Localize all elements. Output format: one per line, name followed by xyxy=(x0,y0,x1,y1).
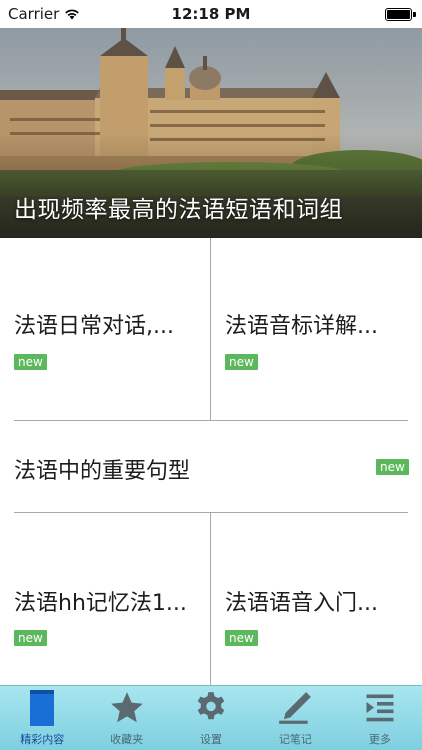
tab-label: 更多 xyxy=(368,733,391,746)
new-badge: new xyxy=(225,630,258,646)
card-title: 法语语音入门... xyxy=(225,591,378,616)
new-badge: new xyxy=(14,354,47,370)
star-icon xyxy=(107,688,147,728)
clock: 12:18 PM xyxy=(171,5,251,23)
new-badge: new xyxy=(225,354,258,370)
tab-label: 设置 xyxy=(200,733,223,746)
content-card-1[interactable]: 法语日常对话,... new xyxy=(0,238,210,420)
tab-label: 精彩内容 xyxy=(20,733,65,746)
tab-bar: 精彩内容 收藏夹 设置 记笔记 更多 xyxy=(0,685,422,750)
hero-title: 出现频率最高的法语短语和词组 xyxy=(14,197,343,223)
tab-label: 记笔记 xyxy=(278,733,312,746)
card-title: 法语音标详解... xyxy=(225,314,378,339)
tab-favorites[interactable]: 收藏夹 xyxy=(84,686,168,750)
content-card-2[interactable]: 法语音标详解... new xyxy=(211,238,422,420)
tab-notes[interactable]: 记笔记 xyxy=(253,686,337,750)
tab-featured[interactable]: 精彩内容 xyxy=(0,686,84,750)
battery-tip xyxy=(413,12,416,17)
new-badge: new xyxy=(14,630,47,646)
card-title: 法语日常对话,... xyxy=(14,314,174,339)
more-list-icon xyxy=(360,688,400,728)
content-card-4[interactable]: 法语hh记忆法1... new xyxy=(0,513,210,685)
status-bar: Carrier 12:18 PM xyxy=(0,0,422,28)
card-title: 法语中的重要句型 xyxy=(14,459,191,484)
battery-icon xyxy=(385,8,416,21)
battery-fill xyxy=(387,10,410,19)
content-card-5[interactable]: 法语语音入门... new xyxy=(211,513,422,685)
new-badge: new xyxy=(376,459,409,475)
hero-banner[interactable]: 出现频率最高的法语短语和词组 xyxy=(0,28,422,238)
tab-more[interactable]: 更多 xyxy=(338,686,422,750)
card-title: 法语hh记忆法1... xyxy=(14,591,187,616)
content-card-3[interactable]: 法语中的重要句型 new xyxy=(0,421,422,512)
tab-settings[interactable]: 设置 xyxy=(169,686,253,750)
tab-label: 收藏夹 xyxy=(110,733,144,746)
gear-icon xyxy=(191,688,231,728)
document-icon xyxy=(22,688,62,728)
pen-icon xyxy=(275,688,315,728)
